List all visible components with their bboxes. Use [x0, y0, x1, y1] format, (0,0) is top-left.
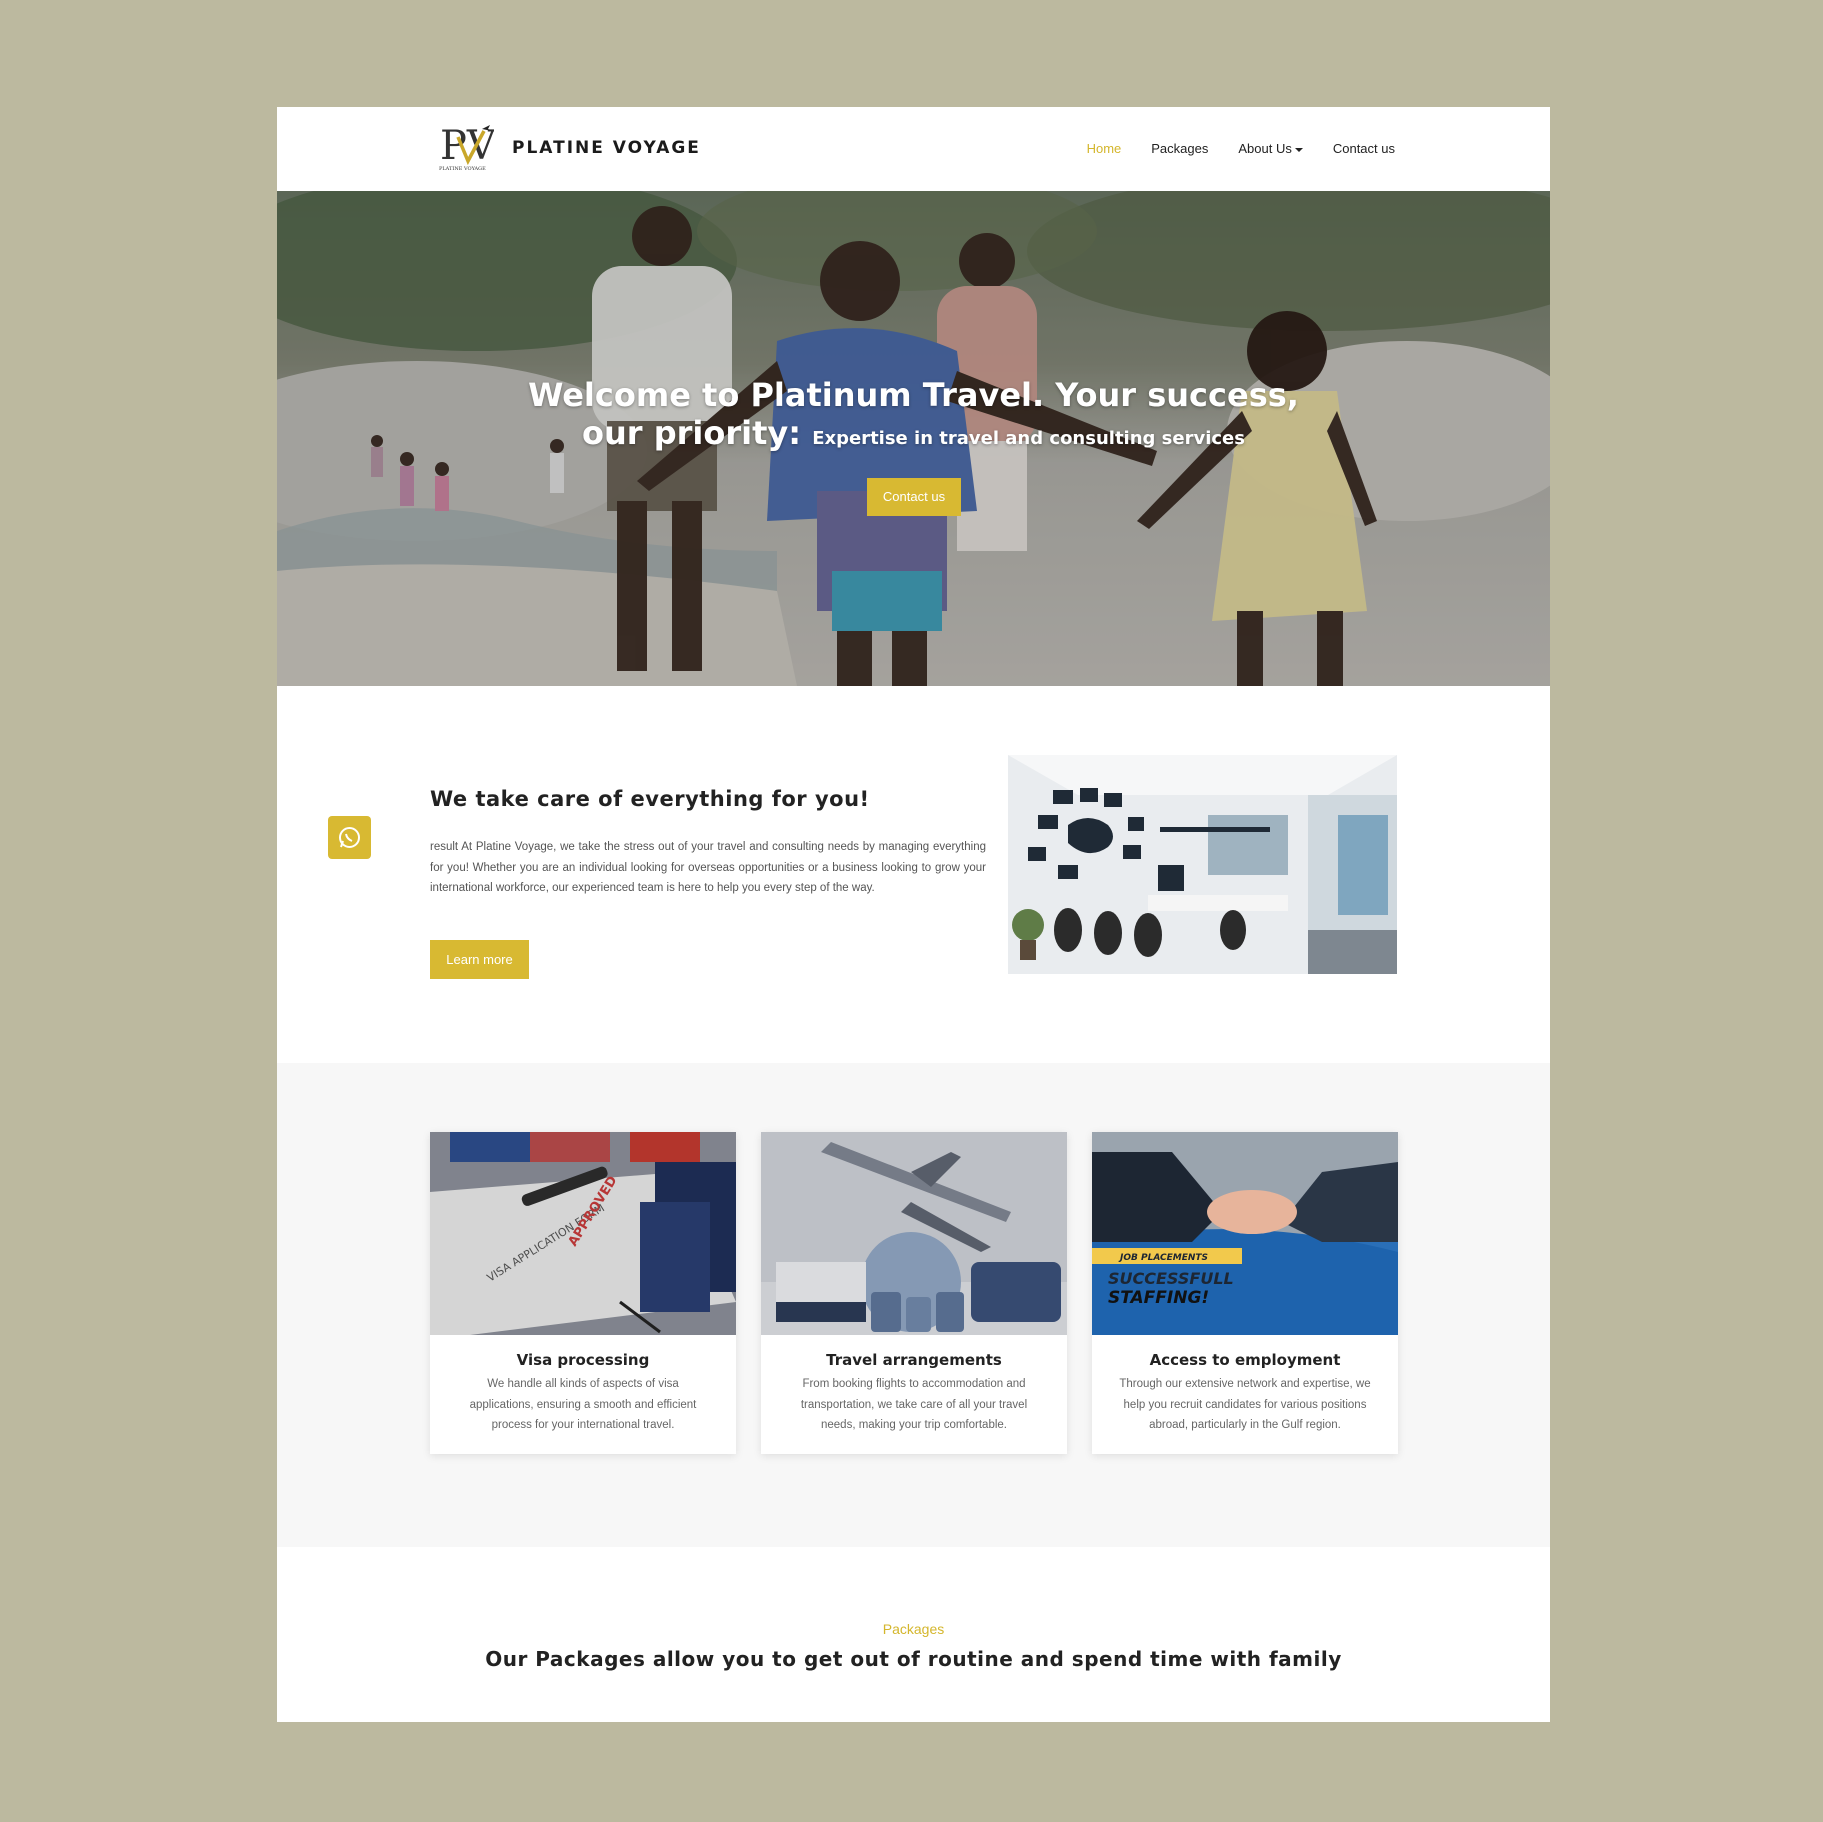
service-card-employment[interactable]: JOB PLACEMENTS SUCCESSFULL STAFFING! Acc… [1092, 1132, 1398, 1454]
service-card-travel[interactable]: Travel arrangements From booking flights… [761, 1132, 1067, 1454]
employment-image: JOB PLACEMENTS SUCCESSFULL STAFFING! [1092, 1132, 1398, 1335]
packages-title: Our Packages allow you to get out of rou… [485, 1647, 1342, 1671]
about-title: We take care of everything for you! [430, 787, 870, 811]
service-description: Through our extensive network and expert… [1119, 1378, 1371, 1431]
hero-contact-button[interactable]: Contact us [867, 478, 961, 516]
nav-packages[interactable]: Packages [1151, 141, 1208, 156]
service-title: Travel arrangements [826, 1351, 1002, 1369]
brand-name[interactable]: PLATINE VOYAGE [512, 138, 701, 158]
visa-image: VISA APPLICATION FORM APPROVED [430, 1132, 736, 1335]
nav-contact[interactable]: Contact us [1333, 141, 1395, 156]
whatsapp-icon [339, 827, 360, 848]
whatsapp-button[interactable] [328, 816, 371, 859]
navbar: PV PLATINE VOYAGE PLATINE VOYAGE Home Pa… [277, 107, 1550, 191]
svg-text:PLATINE VOYAGE: PLATINE VOYAGE [439, 166, 486, 172]
hero-title-line2: our priority: [582, 414, 802, 452]
about-text: result At Platine Voyage, we take the st… [430, 841, 986, 894]
service-title: Access to employment [1149, 1351, 1341, 1369]
svg-text:SUCCESSFULL: SUCCESSFULL [1108, 1269, 1234, 1288]
svg-text:STAFFING!: STAFFING! [1108, 1288, 1209, 1308]
chevron-down-icon [1294, 147, 1303, 152]
nav-about[interactable]: About Us [1238, 141, 1303, 156]
hero-subtitle: Expertise in travel and consulting servi… [812, 428, 1245, 449]
travel-image [761, 1132, 1067, 1335]
logo[interactable]: PV PLATINE VOYAGE [438, 123, 494, 173]
service-card-visa[interactable]: VISA APPLICATION FORM APPROVED Visa proc… [430, 1132, 736, 1454]
learn-more-button[interactable]: Learn more [430, 940, 529, 979]
hero-title-line1: Welcome to Platinum Travel. Your success… [528, 376, 1299, 414]
service-title: Visa processing [516, 1351, 650, 1369]
nav-about-label: About Us [1238, 141, 1292, 156]
nav-home[interactable]: Home [1087, 141, 1122, 156]
packages-kicker: Packages [882, 1621, 945, 1637]
service-description: From booking flights to accommodation an… [800, 1378, 1028, 1431]
website-frame: PV PLATINE VOYAGE PLATINE VOYAGE Home Pa… [277, 107, 1550, 1722]
svg-text:JOB PLACEMENTS: JOB PLACEMENTS [1118, 1253, 1208, 1263]
hero-title: Welcome to Platinum Travel. Your success… [277, 376, 1550, 458]
office-image [1008, 755, 1397, 974]
service-description: We handle all kinds of aspects of visa a… [469, 1378, 697, 1431]
main-nav: Home Packages About Us Contact us [1087, 141, 1395, 156]
hero-banner: Welcome to Platinum Travel. Your success… [277, 191, 1550, 686]
